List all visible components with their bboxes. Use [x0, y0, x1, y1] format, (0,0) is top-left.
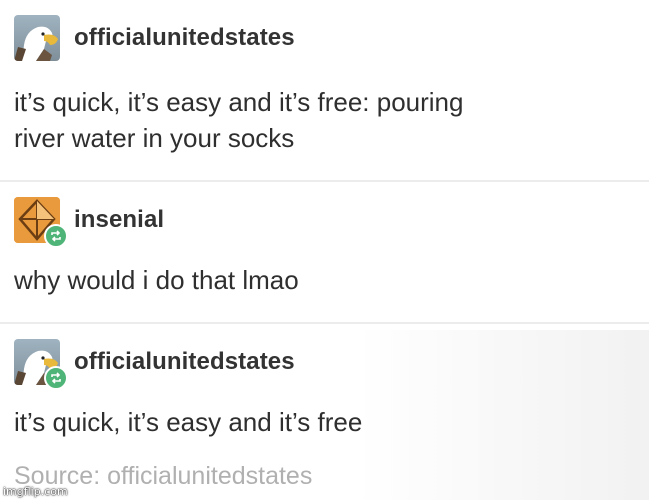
post-text: why would i do that lmao	[14, 262, 299, 298]
reblog-badge-icon	[44, 366, 68, 390]
post-text-line: why would i do that lmao	[14, 265, 299, 295]
post-text-line: river water in your socks	[14, 123, 295, 153]
username[interactable]: officialunitedstates	[74, 24, 295, 52]
reblog-badge-icon	[44, 224, 68, 248]
divider	[0, 322, 649, 324]
post-text-line: it’s quick, it’s easy and it’s free: pou…	[14, 87, 464, 117]
username[interactable]: insenial	[74, 206, 164, 234]
post-text: it’s quick, it’s easy and it’s free: pou…	[14, 84, 463, 156]
post-text-line: it’s quick, it’s easy and it’s free	[14, 407, 363, 437]
post-text: it’s quick, it’s easy and it’s free	[14, 404, 362, 440]
divider	[0, 180, 649, 182]
post-header: insenial	[14, 196, 164, 244]
eagle-avatar-icon[interactable]	[14, 15, 60, 61]
post-header: officialunitedstates	[14, 14, 295, 62]
watermark: imgflip.com	[3, 485, 68, 498]
username[interactable]: officialunitedstates	[74, 348, 295, 376]
